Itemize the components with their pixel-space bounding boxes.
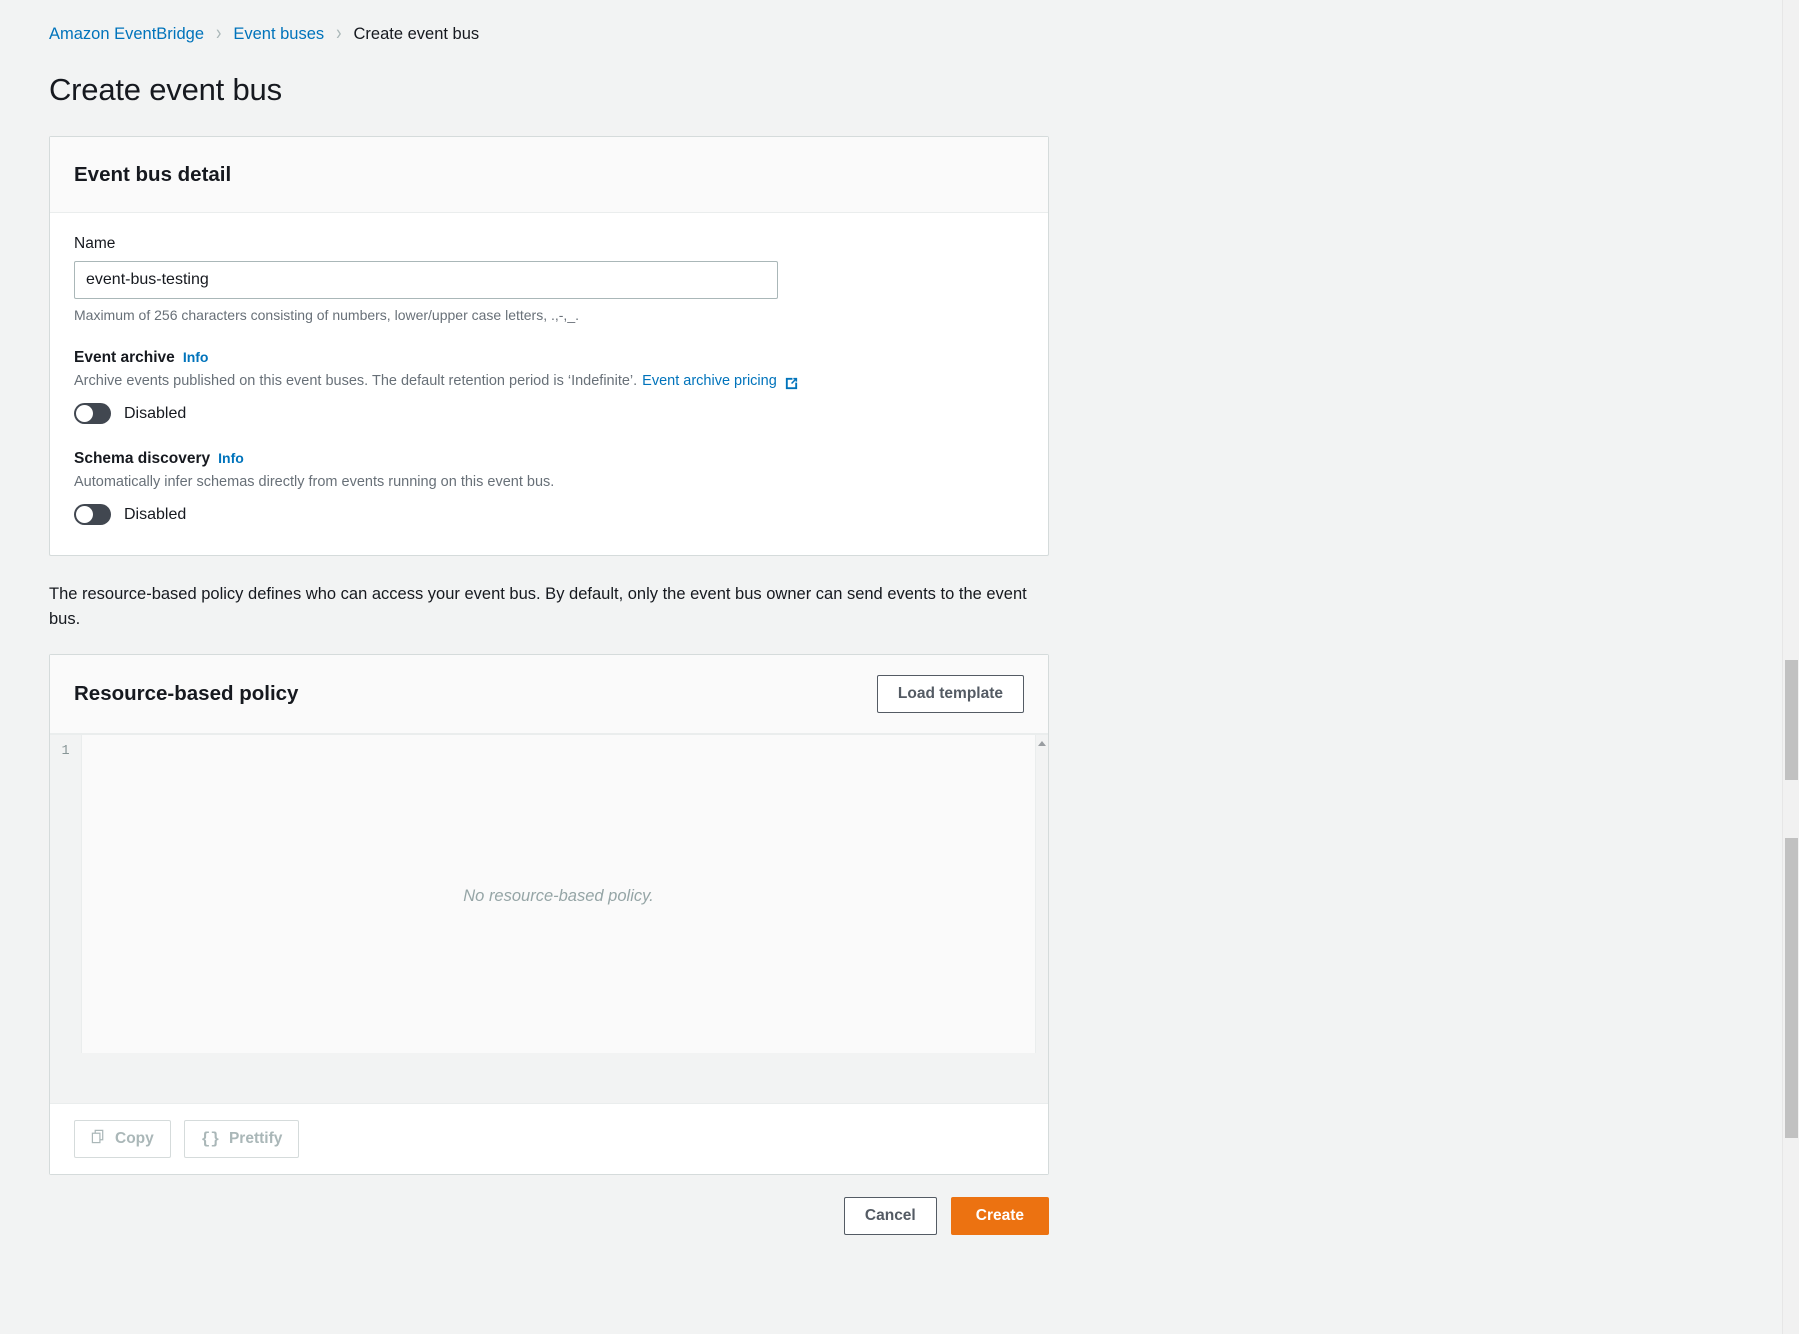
prettify-button-label: Prettify: [228, 1130, 283, 1148]
page-title: Create event bus: [49, 72, 282, 107]
schema-discovery-info-link[interactable]: Info: [218, 450, 244, 466]
page-content: Amazon EventBridge › Event buses › Creat…: [0, 0, 1760, 1236]
editor-gutter: 1: [50, 735, 82, 1054]
breadcrumb-item-create-event-bus: Create event bus: [353, 24, 480, 43]
schema-discovery-label-row: Schema discovery Info: [74, 450, 1024, 468]
form-actions: Cancel Create: [49, 1197, 1049, 1236]
policy-editor[interactable]: 1 No resource-based policy.: [50, 735, 1048, 1054]
event-archive-description-row: Archive events published on this event b…: [74, 373, 1024, 389]
event-bus-detail-body: Name Maximum of 256 characters consistin…: [50, 213, 1048, 555]
editor-line-number: 1: [61, 744, 70, 760]
event-archive-pricing-link[interactable]: Event archive pricing: [642, 373, 777, 389]
name-help-text: Maximum of 256 characters consisting of …: [74, 307, 579, 323]
event-archive-description: Archive events published on this event b…: [74, 373, 638, 389]
schema-discovery-description: Automatically infer schemas directly fro…: [74, 474, 555, 490]
load-template-button[interactable]: Load template: [876, 675, 1024, 714]
breadcrumb-separator-2: ›: [336, 21, 342, 45]
editor-bottom-filler: [50, 1053, 1048, 1104]
event-archive-label-row: Event archive Info: [74, 349, 1024, 367]
event-bus-detail-title: Event bus detail: [74, 162, 232, 186]
external-link-icon[interactable]: [784, 376, 799, 391]
name-input[interactable]: [74, 261, 778, 299]
editor-placeholder: No resource-based policy.: [463, 887, 654, 906]
schema-discovery-toggle-knob: [76, 506, 93, 523]
scroll-up-arrow-icon[interactable]: [1038, 741, 1046, 747]
copy-button[interactable]: Copy: [74, 1120, 171, 1159]
copy-button-label: Copy: [115, 1130, 154, 1148]
create-event-bus-page: Amazon EventBridge › Event buses › Creat…: [0, 0, 1799, 1334]
resource-based-policy-title: Resource-based policy: [74, 682, 299, 706]
page-scrollbar-thumb-upper[interactable]: [1785, 660, 1798, 780]
event-bus-detail-header: Event bus detail: [50, 137, 1048, 213]
resource-policy-note: The resource-based policy defines who ca…: [49, 585, 1027, 629]
event-archive-toggle-state: Disabled: [124, 404, 187, 422]
resource-based-policy-card: Resource-based policy Load template 1 No…: [49, 654, 1049, 1176]
breadcrumb-item-eventbridge[interactable]: Amazon EventBridge: [49, 25, 204, 44]
resource-based-policy-header: Resource-based policy Load template: [50, 655, 1048, 735]
page-scrollbar[interactable]: [1782, 0, 1799, 1334]
page-scrollbar-thumb-lower[interactable]: [1785, 838, 1798, 1138]
name-field-label: Name: [74, 235, 116, 252]
prettify-button[interactable]: {} Prettify: [183, 1120, 300, 1159]
schema-discovery-toggle-state: Disabled: [124, 505, 187, 523]
breadcrumb-separator-1: ›: [216, 21, 222, 45]
editor-text-area[interactable]: No resource-based policy.: [82, 735, 1035, 1054]
event-archive-toggle[interactable]: [74, 403, 111, 424]
copy-icon: [91, 1129, 106, 1149]
schema-discovery-toggle-row[interactable]: Disabled: [74, 504, 1024, 525]
editor-scrollbar[interactable]: [1035, 735, 1048, 1054]
breadcrumb-item-event-buses[interactable]: Event buses: [233, 25, 324, 44]
schema-discovery-label: Schema discovery: [74, 450, 211, 467]
event-archive-toggle-row[interactable]: Disabled: [74, 403, 1024, 424]
breadcrumb: Amazon EventBridge › Event buses › Creat…: [49, 22, 1760, 46]
create-button[interactable]: Create: [950, 1197, 1049, 1236]
editor-toolbar: Copy {} Prettify: [50, 1103, 1048, 1175]
event-archive-label: Event archive: [74, 349, 175, 366]
event-bus-detail-card: Event bus detail Name Maximum of 256 cha…: [49, 136, 1049, 556]
event-archive-toggle-knob: [76, 405, 93, 422]
schema-discovery-toggle[interactable]: [74, 504, 111, 525]
cancel-button[interactable]: Cancel: [843, 1197, 937, 1236]
event-archive-info-link[interactable]: Info: [183, 349, 209, 365]
policy-editor-wrapper: 1 No resource-based policy.: [50, 734, 1048, 1104]
braces-icon: {}: [200, 1130, 220, 1149]
